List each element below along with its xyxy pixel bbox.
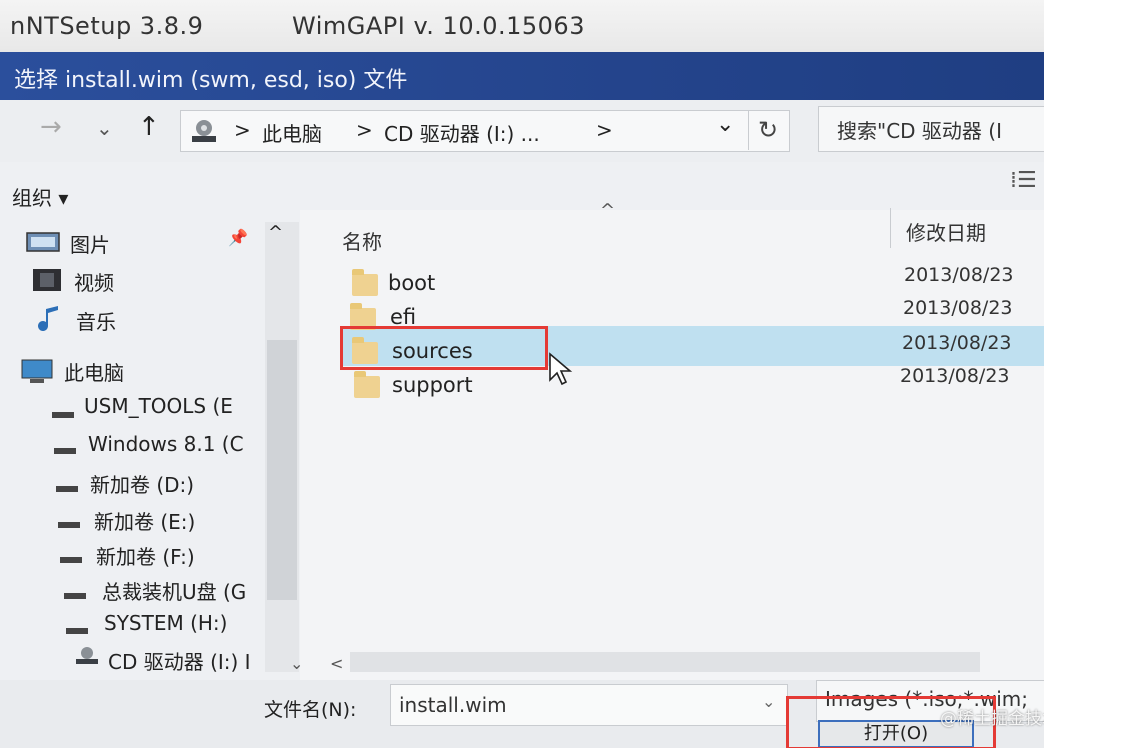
filename-dropdown-chevron-icon[interactable]: ⌄ xyxy=(762,692,775,711)
sidebar-drive-usm-tools[interactable]: USM_TOOLS (E xyxy=(84,394,233,418)
sidebar-item-videos[interactable]: 视频 xyxy=(74,267,114,296)
organize-menu[interactable]: 组织 ▾ xyxy=(12,182,68,211)
recent-locations-button[interactable]: ⌄ xyxy=(96,116,113,140)
drive-icon xyxy=(58,522,80,528)
sidebar-drive-h[interactable]: SYSTEM (H:) xyxy=(104,611,227,635)
mouse-pointer-icon xyxy=(549,352,573,386)
sidebar-drive-windows[interactable]: Windows 8.1 (C xyxy=(88,432,244,456)
this-pc-icon xyxy=(21,359,53,383)
view-options-icon[interactable]: ⁞☰ xyxy=(1010,168,1037,193)
file-date-sources: 2013/08/23 xyxy=(902,332,1012,354)
pin-icon: 📌 xyxy=(228,228,248,247)
watermark: @稀土掘金技术社区 xyxy=(940,709,1044,729)
sidebar-collapse-caret-icon[interactable]: ^ xyxy=(268,222,283,243)
wimgapi-version: WimGAPI v. 10.0.15063 xyxy=(292,12,585,40)
filename-value: install.wim xyxy=(399,693,507,717)
breadcrumb-this-pc[interactable]: 此电脑 xyxy=(262,118,322,147)
app-title: nNTSetup 3.8.9 xyxy=(10,12,204,40)
cd-drive-icon xyxy=(76,647,98,664)
column-header-name[interactable]: 名称 xyxy=(342,226,382,255)
column-header-date[interactable]: 修改日期 xyxy=(906,217,986,246)
dialog-title: 选择 install.wim (swm, esd, iso) 文件 xyxy=(14,68,408,93)
breadcrumb-cd-drive[interactable]: CD 驱动器 (I:) ... xyxy=(384,118,540,147)
filename-label: 文件名(N): xyxy=(264,699,357,721)
breadcrumb-sep-2: > xyxy=(356,118,373,142)
drive-icon xyxy=(60,557,82,563)
scroll-down-chevron-icon[interactable]: ⌄ xyxy=(290,654,303,673)
breadcrumb-sep-1: > xyxy=(234,118,251,142)
up-button[interactable]: ↑ xyxy=(138,112,160,142)
pictures-icon xyxy=(26,232,60,252)
dialog-title-bar: 选择 install.wim (swm, esd, iso) 文件 xyxy=(0,52,1044,100)
music-icon xyxy=(38,306,58,331)
sidebar-item-music[interactable]: 音乐 xyxy=(76,306,116,335)
scroll-left-chevron-icon[interactable]: < xyxy=(330,654,343,673)
refresh-button[interactable]: ↻ xyxy=(748,110,787,150)
breadcrumb-sep-3[interactable]: > xyxy=(596,118,613,142)
page-margin xyxy=(1044,0,1124,748)
drive-icon xyxy=(66,628,88,634)
sidebar-drive-i[interactable]: CD 驱动器 (I:) I xyxy=(108,646,251,675)
horizontal-scrollbar[interactable] xyxy=(350,652,980,672)
filename-input[interactable]: install.wim xyxy=(390,684,788,726)
sidebar-item-pictures[interactable]: 图片 xyxy=(70,229,110,258)
folder-icon xyxy=(354,371,380,398)
forward-button[interactable]: → xyxy=(40,112,62,142)
file-date-support: 2013/08/23 xyxy=(900,365,1010,387)
sidebar-drive-g[interactable]: 总裁装机U盘 (G xyxy=(102,576,246,605)
file-name-support[interactable]: support xyxy=(392,373,473,397)
sidebar-drive-e[interactable]: 新加卷 (E:) xyxy=(94,506,195,535)
sidebar-drive-d[interactable]: 新加卷 (D:) xyxy=(90,469,194,498)
file-date-efi: 2013/08/23 xyxy=(903,297,1013,319)
screen-photo: nNTSetup 3.8.9 WimGAPI v. 10.0.15063 选择 … xyxy=(0,0,1044,748)
search-placeholder: 搜索"CD 驱动器 (I xyxy=(837,119,1002,143)
sidebar-item-this-pc[interactable]: 此电脑 xyxy=(64,357,124,386)
drive-icon xyxy=(54,448,76,454)
highlight-box-sources xyxy=(340,326,548,370)
drive-icon xyxy=(52,412,74,418)
search-input[interactable]: 搜索"CD 驱动器 (I xyxy=(818,106,1044,152)
video-icon xyxy=(33,269,61,291)
sidebar-scroll-thumb[interactable] xyxy=(267,340,297,600)
file-name-boot[interactable]: boot xyxy=(388,271,435,295)
file-date-boot: 2013/08/23 xyxy=(904,264,1014,286)
folder-icon xyxy=(352,269,378,296)
sidebar-drive-f[interactable]: 新加卷 (F:) xyxy=(96,541,195,570)
app-header: nNTSetup 3.8.9 WimGAPI v. 10.0.15063 xyxy=(0,0,1044,52)
address-dropdown-chevron-icon[interactable]: ⌄ xyxy=(716,112,734,137)
drive-icon xyxy=(64,593,86,599)
cd-drive-icon xyxy=(192,120,216,142)
column-divider[interactable] xyxy=(890,208,891,248)
drive-icon xyxy=(56,486,78,492)
sort-ascending-icon: ^ xyxy=(600,200,616,221)
